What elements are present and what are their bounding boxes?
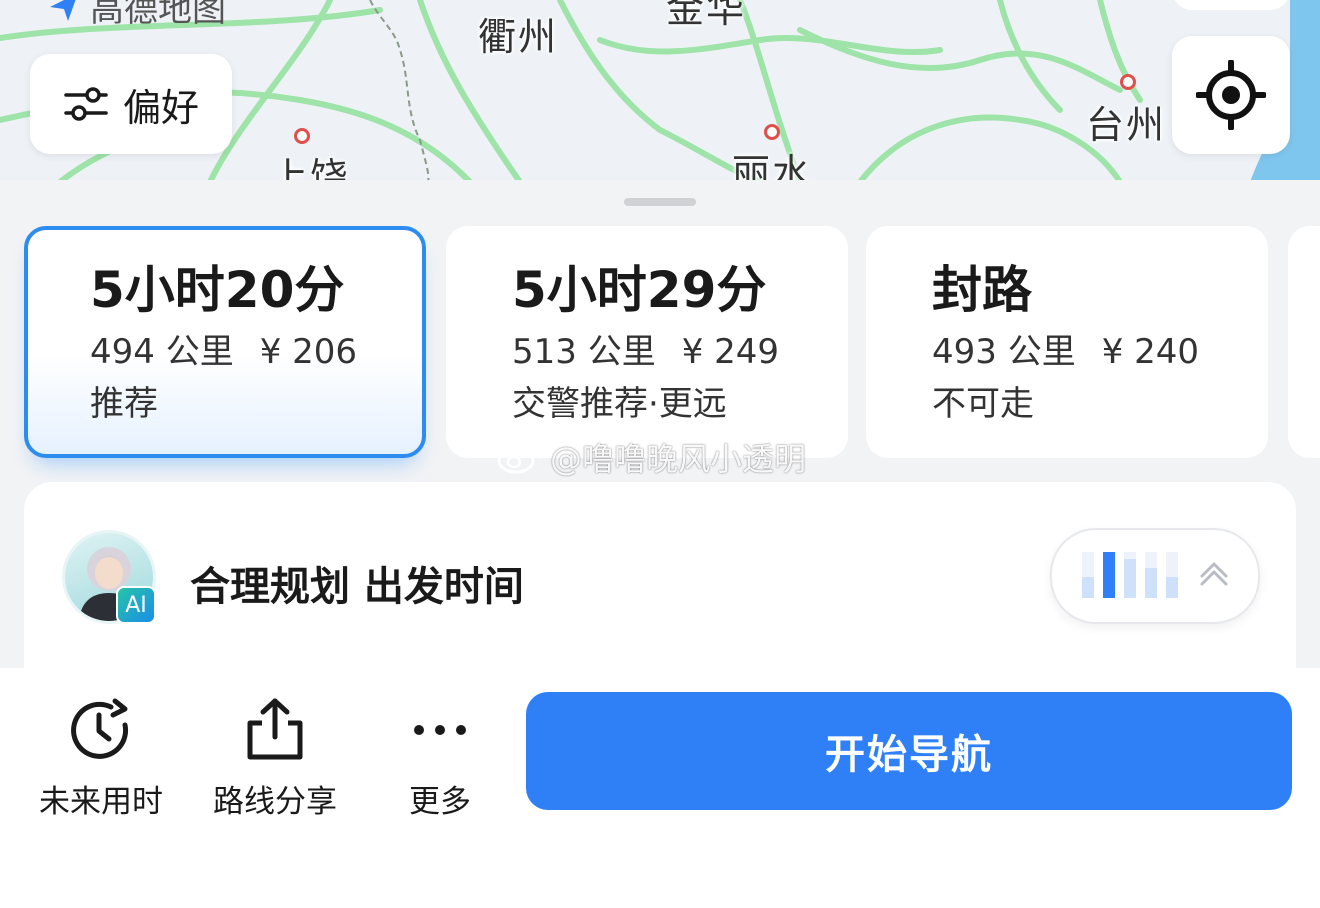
preference-button[interactable]: 偏好 — [30, 54, 232, 154]
app-logo: 高德地图 — [46, 0, 226, 31]
map-control-card[interactable] — [1172, 0, 1290, 10]
route-time: 5小时20分 — [90, 261, 345, 319]
route-time: 封路 — [932, 261, 1032, 319]
route-distance: 513 公里 — [512, 332, 656, 372]
more-button[interactable]: 更多 — [392, 694, 488, 821]
city-label: 丽水 — [732, 151, 813, 182]
city-dot — [1120, 74, 1136, 90]
route-cost: ¥ 240 — [1101, 332, 1200, 372]
watermark-text: @噜噜晚风小透明 — [550, 440, 807, 478]
route-cost: ¥ 206 — [259, 332, 358, 372]
route-card-2[interactable]: 5小时29分 513 公里 ¥ 249 交警推荐·更远 — [446, 226, 848, 458]
app-name: 高德地图 — [90, 0, 226, 30]
route-cost: ¥ 249 — [681, 332, 780, 372]
traffic-bars — [1082, 552, 1228, 598]
share-icon — [247, 698, 303, 760]
ai-title: 合理规划 出发时间 — [190, 564, 524, 610]
share-route-label: 路线分享 — [213, 784, 337, 820]
route-distance: 494 公里 — [90, 332, 234, 372]
traffic-bar — [1166, 577, 1178, 598]
sheet-grabber[interactable] — [624, 198, 696, 206]
more-dots-icon — [414, 725, 466, 735]
ai-badge: AI — [116, 586, 156, 624]
future-time-label: 未来用时 — [39, 784, 163, 820]
preference-label: 偏好 — [122, 85, 199, 130]
route-tag: 不可走 — [932, 384, 1034, 424]
route-tag: 交警推荐·更远 — [512, 384, 727, 424]
traffic-bar — [1145, 568, 1157, 598]
route-card-3[interactable]: 封路 493 公里 ¥ 240 不可走 — [866, 226, 1268, 458]
city-dot — [294, 128, 310, 144]
start-navigation-button[interactable]: 开始导航 — [526, 692, 1292, 810]
city-label: 上饶 — [270, 155, 351, 182]
city-label: 金华 — [666, 0, 747, 31]
city-label: 台州 — [1086, 103, 1167, 147]
more-label: 更多 — [409, 784, 471, 820]
chevron-up-icon — [1200, 562, 1228, 578]
sliders-icon — [64, 87, 108, 121]
route-card-4-partial[interactable] — [1288, 226, 1320, 458]
weibo-icon — [497, 442, 542, 474]
locate-target-icon — [1196, 60, 1266, 130]
route-time: 5小时29分 — [512, 261, 767, 319]
clock-icon — [71, 698, 129, 759]
locate-button[interactable] — [1172, 36, 1290, 154]
city-label: 衢州 — [478, 15, 559, 59]
route-meta: 513 公里 ¥ 249 — [512, 326, 848, 378]
route-distance: 493 公里 — [932, 332, 1076, 372]
route-meta: 494 公里 ¥ 206 — [90, 326, 422, 378]
ai-departure-panel[interactable]: AI 合理规划 出发时间 — [24, 482, 1296, 682]
route-tag: 推荐 — [90, 384, 158, 424]
traffic-bar — [1124, 559, 1136, 598]
ai-expand-toggle[interactable] — [1050, 528, 1260, 624]
logo-icon — [50, 0, 76, 21]
share-route-button[interactable]: 路线分享 — [208, 694, 342, 821]
route-sheet: 5小时20分 494 公里 ¥ 206 推荐 5小时29分 513 公里 ¥ 249… — [0, 180, 1320, 682]
traffic-bar — [1082, 577, 1094, 598]
city-dot — [764, 124, 780, 140]
map-view[interactable]: 高德地图 衢州 金华 台州 上饶 丽水 偏好 — [0, 0, 1320, 182]
future-time-button[interactable]: 未来用时 — [34, 694, 168, 821]
route-meta: 493 公里 ¥ 240 — [932, 326, 1268, 378]
watermark: @噜噜晚风小透明 — [496, 434, 806, 480]
route-card-1[interactable]: 5小时20分 494 公里 ¥ 206 推荐 — [24, 226, 426, 458]
traffic-bar — [1103, 552, 1115, 598]
bottom-action-bar: 未来用时 路线分享 更多 开始导航 — [0, 668, 1320, 908]
